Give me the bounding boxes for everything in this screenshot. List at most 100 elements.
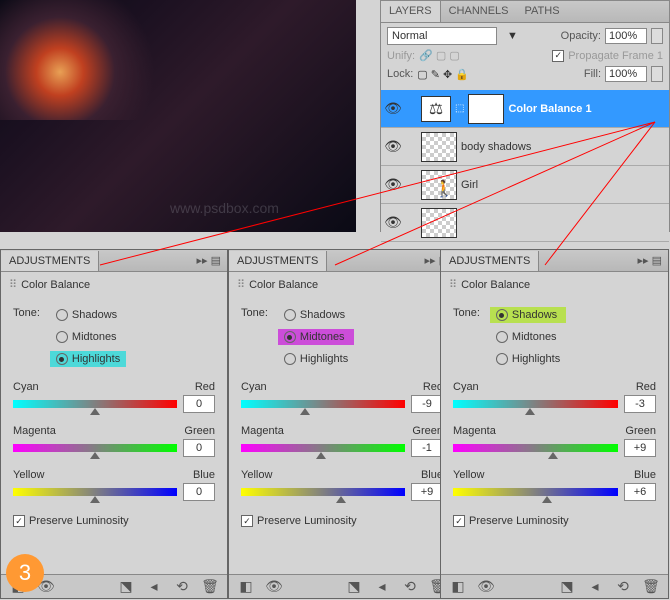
tone-highlights[interactable]: Highlights — [50, 351, 126, 367]
radio-icon — [284, 309, 296, 321]
radio-icon — [56, 353, 68, 365]
blend-mode-select[interactable]: Normal — [387, 27, 497, 45]
radio-icon — [56, 331, 68, 343]
lock-icons[interactable]: ▢ ✎ ✥ 🔒 — [417, 68, 469, 81]
layer-thumbnail[interactable] — [421, 208, 457, 238]
slider-value[interactable]: -1 — [411, 439, 443, 457]
slider-thumb[interactable] — [316, 452, 326, 459]
toggle-icon[interactable]: ◧ — [237, 578, 255, 596]
step-badge: 3 — [6, 554, 44, 592]
clip-icon[interactable]: ⬔ — [558, 578, 576, 596]
tone-shadows[interactable]: Shadows — [278, 307, 354, 323]
slider-thumb[interactable] — [300, 408, 310, 415]
reset-icon[interactable]: ⟲ — [173, 578, 191, 596]
clip-icon[interactable]: ⬔ — [345, 578, 363, 596]
clip-icon[interactable]: ⬔ — [117, 578, 135, 596]
delete-icon[interactable]: 🗑 — [201, 578, 219, 596]
panel-tabs: LAYERS CHANNELS PATHS — [381, 1, 669, 23]
tab-adjustments[interactable]: ADJUSTMENTS — [441, 251, 539, 271]
slider-thumb[interactable] — [548, 452, 558, 459]
slider-cr: CyanRed 0 — [13, 381, 215, 413]
slider-thumb[interactable] — [542, 496, 552, 503]
slider-thumb[interactable] — [90, 408, 100, 415]
slider-track[interactable] — [13, 444, 177, 452]
propagate-checkbox[interactable]: ✓ — [552, 50, 564, 62]
prev-icon[interactable]: ◂ — [586, 578, 604, 596]
slider-thumb[interactable] — [90, 496, 100, 503]
slider-value[interactable]: +9 — [624, 439, 656, 457]
view-icon[interactable]: 👁 — [477, 578, 495, 596]
delete-icon[interactable]: 🗑 — [642, 578, 660, 596]
preserve-luminosity[interactable]: ✓Preserve Luminosity — [241, 515, 443, 527]
panel-menu-icon[interactable]: ▸▸ ▤ — [191, 252, 228, 269]
slider-track[interactable] — [453, 488, 618, 496]
visibility-icon[interactable]: 👁 — [383, 137, 403, 157]
layer-row[interactable]: 👁 — [381, 204, 669, 242]
layer-row-color-balance[interactable]: 👁 ⚖ ⬚ Color Balance 1 — [381, 90, 669, 128]
tab-adjustments[interactable]: ADJUSTMENTS — [229, 251, 327, 271]
tone-highlights[interactable]: Highlights — [490, 351, 566, 367]
slider-value[interactable]: -9 — [411, 395, 443, 413]
layer-thumbnail[interactable]: 🚶 — [421, 170, 457, 200]
label-left: Magenta — [13, 425, 56, 437]
tone-midtones[interactable]: Midtones — [490, 329, 566, 345]
slider-track[interactable] — [241, 488, 405, 496]
slider-track[interactable] — [13, 488, 177, 496]
panel-header: ADJUSTMENTS ▸▸ ▤ — [1, 250, 227, 272]
tab-adjustments[interactable]: ADJUSTMENTS — [1, 251, 99, 271]
slider-track[interactable] — [13, 400, 177, 408]
adjustment-title: Color Balance — [461, 279, 530, 291]
label-right: Green — [412, 425, 443, 437]
fill-spinner[interactable] — [651, 66, 663, 82]
tone-midtones[interactable]: Midtones — [50, 329, 126, 345]
visibility-icon[interactable]: 👁 — [383, 99, 403, 119]
tone-shadows[interactable]: Shadows — [490, 307, 566, 323]
tone-highlights[interactable]: Highlights — [278, 351, 354, 367]
view-icon[interactable]: 👁 — [265, 578, 283, 596]
opacity-input[interactable]: 100% — [605, 28, 647, 44]
adjustments-panel-2: ADJUSTMENTS ▸▸ ▤ ⠿Color Balance Tone:Sha… — [228, 249, 456, 599]
tab-paths[interactable]: PATHS — [517, 1, 568, 22]
preserve-luminosity[interactable]: ✓Preserve Luminosity — [13, 515, 215, 527]
slider-track[interactable] — [453, 444, 618, 452]
toggle-icon[interactable]: ◧ — [449, 578, 467, 596]
visibility-icon[interactable]: 👁 — [383, 213, 403, 233]
slider-yb: YellowBlue 0 — [13, 469, 215, 501]
tab-channels[interactable]: CHANNELS — [441, 1, 517, 22]
reset-icon[interactable]: ⟲ — [401, 578, 419, 596]
tab-layers[interactable]: LAYERS — [381, 1, 441, 22]
tone-midtones[interactable]: Midtones — [278, 329, 354, 345]
preserve-luminosity[interactable]: ✓Preserve Luminosity — [453, 515, 656, 527]
radio-icon — [284, 353, 296, 365]
slider-thumb[interactable] — [525, 408, 535, 415]
slider-track[interactable] — [241, 400, 405, 408]
slider-value[interactable]: 0 — [183, 439, 215, 457]
checkbox-icon: ✓ — [13, 515, 25, 527]
slider-thumb[interactable] — [90, 452, 100, 459]
slider-value[interactable]: -3 — [624, 395, 656, 413]
panel-menu-icon[interactable]: ▸▸ ▤ — [632, 252, 669, 269]
visibility-icon[interactable]: 👁 — [383, 175, 403, 195]
layer-thumbnail[interactable] — [421, 132, 457, 162]
fill-input[interactable]: 100% — [605, 66, 647, 82]
slider-value[interactable]: +6 — [624, 483, 656, 501]
layer-row-body-shadows[interactable]: 👁 body shadows — [381, 128, 669, 166]
slider-track[interactable] — [453, 400, 618, 408]
checkbox-icon: ✓ — [453, 515, 465, 527]
slider-value[interactable]: +9 — [411, 483, 443, 501]
reset-icon[interactable]: ⟲ — [614, 578, 632, 596]
label-left: Magenta — [453, 425, 496, 437]
opacity-label: Opacity: — [561, 30, 601, 42]
layer-name: Color Balance 1 — [508, 103, 667, 115]
slider-value[interactable]: 0 — [183, 395, 215, 413]
prev-icon[interactable]: ◂ — [373, 578, 391, 596]
slider-thumb[interactable] — [336, 496, 346, 503]
prev-icon[interactable]: ◂ — [145, 578, 163, 596]
tone-shadows[interactable]: Shadows — [50, 307, 126, 323]
mask-thumbnail[interactable] — [468, 94, 504, 124]
opacity-spinner[interactable] — [651, 28, 663, 44]
slider-value[interactable]: 0 — [183, 483, 215, 501]
tone-label: Shadows — [72, 309, 117, 321]
slider-track[interactable] — [241, 444, 405, 452]
layer-row-girl[interactable]: 👁 🚶 Girl — [381, 166, 669, 204]
